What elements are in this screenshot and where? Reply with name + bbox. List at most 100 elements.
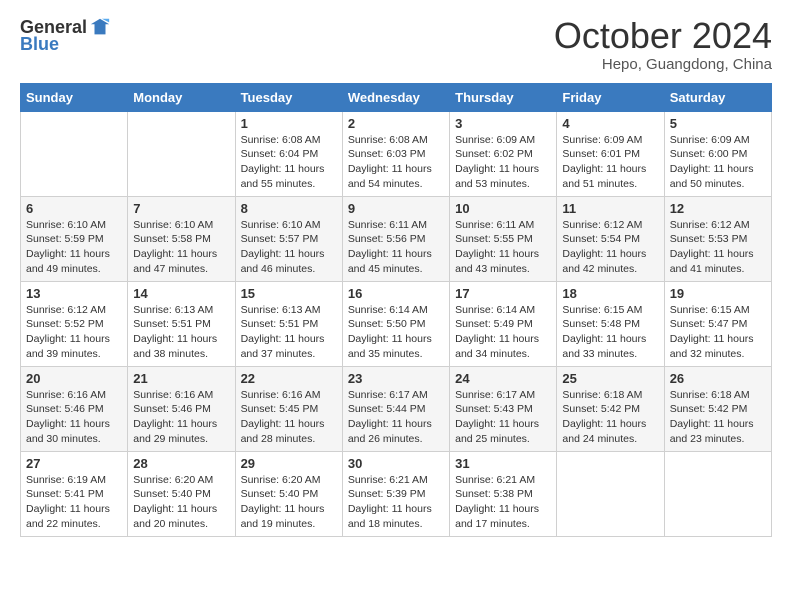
calendar-cell: 31 Sunrise: 6:21 AM Sunset: 5:38 PM Dayli… [450,451,557,536]
day-info: Sunrise: 6:09 AM Sunset: 6:01 PM Dayligh… [562,133,658,192]
day-info: Sunrise: 6:09 AM Sunset: 6:02 PM Dayligh… [455,133,551,192]
calendar-cell: 23Sunrise: 6:17 AM Sunset: 5:44 PM Dayli… [342,366,449,451]
day-info: Sunrise: 6:13 AM Sunset: 5:51 PM Dayligh… [241,303,337,362]
day-number: 4 [562,116,658,131]
calendar-cell: 28 Sunrise: 6:20 AM Sunset: 5:40 PM Dayli… [128,451,235,536]
header-sunday: Sunday [21,83,128,111]
day-info: Sunrise: 6:17 AM Sunset: 5:43 PM Dayligh… [455,388,551,447]
day-number: 1 [241,116,337,131]
calendar-cell: 18 Sunrise: 6:15 AM Sunset: 5:48 PM Dayli… [557,281,664,366]
calendar-cell: 21 Sunrise: 6:16 AM Sunset: 5:46 PM Dayli… [128,366,235,451]
calendar-cell [128,111,235,196]
calendar-week-row: 13Sunrise: 6:12 AM Sunset: 5:52 PM Dayli… [21,281,772,366]
day-info: Sunrise: 6:14 AM Sunset: 5:50 PM Dayligh… [348,303,444,362]
calendar-cell: 30Sunrise: 6:21 AM Sunset: 5:39 PM Dayli… [342,451,449,536]
day-info: Sunrise: 6:09 AM Sunset: 6:00 PM Dayligh… [670,133,766,192]
day-number: 14 [133,286,229,301]
day-info: Sunrise: 6:16 AM Sunset: 5:46 PM Dayligh… [26,388,122,447]
day-number: 17 [455,286,551,301]
calendar-cell [664,451,771,536]
calendar-cell: 15 Sunrise: 6:13 AM Sunset: 5:51 PM Dayli… [235,281,342,366]
header-saturday: Saturday [664,83,771,111]
day-info: Sunrise: 6:15 AM Sunset: 5:48 PM Dayligh… [562,303,658,362]
calendar-cell: 11 Sunrise: 6:12 AM Sunset: 5:54 PM Dayli… [557,196,664,281]
day-info: Sunrise: 6:17 AM Sunset: 5:44 PM Dayligh… [348,388,444,447]
day-number: 11 [562,201,658,216]
day-info: Sunrise: 6:18 AM Sunset: 5:42 PM Dayligh… [562,388,658,447]
calendar-cell: 12Sunrise: 6:12 AM Sunset: 5:53 PM Dayli… [664,196,771,281]
calendar-cell: 7 Sunrise: 6:10 AM Sunset: 5:58 PM Daylig… [128,196,235,281]
day-number: 9 [348,201,444,216]
day-number: 8 [241,201,337,216]
day-info: Sunrise: 6:12 AM Sunset: 5:54 PM Dayligh… [562,218,658,277]
day-info: Sunrise: 6:16 AM Sunset: 5:45 PM Dayligh… [241,388,337,447]
day-number: 21 [133,371,229,386]
calendar-cell [557,451,664,536]
day-info: Sunrise: 6:21 AM Sunset: 5:39 PM Dayligh… [348,473,444,532]
day-number: 25 [562,371,658,386]
day-number: 19 [670,286,766,301]
day-number: 7 [133,201,229,216]
day-info: Sunrise: 6:08 AM Sunset: 6:04 PM Dayligh… [241,133,337,192]
day-number: 5 [670,116,766,131]
day-number: 27 [26,456,122,471]
calendar-cell: 24 Sunrise: 6:17 AM Sunset: 5:43 PM Dayli… [450,366,557,451]
day-info: Sunrise: 6:18 AM Sunset: 5:42 PM Dayligh… [670,388,766,447]
calendar-cell: 19Sunrise: 6:15 AM Sunset: 5:47 PM Dayli… [664,281,771,366]
logo-icon [89,16,111,38]
header-monday: Monday [128,83,235,111]
calendar-week-row: 20 Sunrise: 6:16 AM Sunset: 5:46 PM Dayli… [21,366,772,451]
calendar-cell: 26Sunrise: 6:18 AM Sunset: 5:42 PM Dayli… [664,366,771,451]
logo: General Blue [20,16,111,55]
day-info: Sunrise: 6:19 AM Sunset: 5:41 PM Dayligh… [26,473,122,532]
day-number: 22 [241,371,337,386]
header-friday: Friday [557,83,664,111]
calendar-cell: 10 Sunrise: 6:11 AM Sunset: 5:55 PM Dayli… [450,196,557,281]
day-number: 2 [348,116,444,131]
calendar-cell: 25 Sunrise: 6:18 AM Sunset: 5:42 PM Dayli… [557,366,664,451]
calendar-cell: 8Sunrise: 6:10 AM Sunset: 5:57 PM Daylig… [235,196,342,281]
day-info: Sunrise: 6:16 AM Sunset: 5:46 PM Dayligh… [133,388,229,447]
day-number: 3 [455,116,551,131]
calendar-cell: 9 Sunrise: 6:11 AM Sunset: 5:56 PM Daylig… [342,196,449,281]
day-info: Sunrise: 6:10 AM Sunset: 5:58 PM Dayligh… [133,218,229,277]
day-number: 10 [455,201,551,216]
logo-blue-text: Blue [20,34,59,55]
day-number: 28 [133,456,229,471]
calendar-cell: 4 Sunrise: 6:09 AM Sunset: 6:01 PM Daylig… [557,111,664,196]
calendar-cell: 13Sunrise: 6:12 AM Sunset: 5:52 PM Dayli… [21,281,128,366]
header-thursday: Thursday [450,83,557,111]
calendar-cell: 5 Sunrise: 6:09 AM Sunset: 6:00 PM Daylig… [664,111,771,196]
day-info: Sunrise: 6:14 AM Sunset: 5:49 PM Dayligh… [455,303,551,362]
calendar-cell: 14Sunrise: 6:13 AM Sunset: 5:51 PM Dayli… [128,281,235,366]
day-info: Sunrise: 6:08 AM Sunset: 6:03 PM Dayligh… [348,133,444,192]
day-number: 13 [26,286,122,301]
day-number: 6 [26,201,122,216]
day-info: Sunrise: 6:11 AM Sunset: 5:56 PM Dayligh… [348,218,444,277]
day-number: 20 [26,371,122,386]
calendar-cell: 2 Sunrise: 6:08 AM Sunset: 6:03 PM Daylig… [342,111,449,196]
calendar-cell: 16Sunrise: 6:14 AM Sunset: 5:50 PM Dayli… [342,281,449,366]
page-header: General Blue October 2024 Hepo, Guangdon… [20,16,772,73]
day-number: 24 [455,371,551,386]
day-number: 12 [670,201,766,216]
calendar-cell: 27 Sunrise: 6:19 AM Sunset: 5:41 PM Dayli… [21,451,128,536]
day-info: Sunrise: 6:20 AM Sunset: 5:40 PM Dayligh… [133,473,229,532]
calendar-cell: 1 Sunrise: 6:08 AM Sunset: 6:04 PM Daylig… [235,111,342,196]
calendar-week-row: 27 Sunrise: 6:19 AM Sunset: 5:41 PM Dayli… [21,451,772,536]
calendar-week-row: 1 Sunrise: 6:08 AM Sunset: 6:04 PM Daylig… [21,111,772,196]
day-number: 29 [241,456,337,471]
subtitle: Hepo, Guangdong, China [554,56,772,73]
calendar-table: SundayMondayTuesdayWednesdayThursdayFrid… [20,83,772,537]
day-info: Sunrise: 6:11 AM Sunset: 5:55 PM Dayligh… [455,218,551,277]
calendar-cell: 20 Sunrise: 6:16 AM Sunset: 5:46 PM Dayli… [21,366,128,451]
day-info: Sunrise: 6:21 AM Sunset: 5:38 PM Dayligh… [455,473,551,532]
calendar-cell [21,111,128,196]
calendar-cell: 3 Sunrise: 6:09 AM Sunset: 6:02 PM Daylig… [450,111,557,196]
calendar-cell: 6Sunrise: 6:10 AM Sunset: 5:59 PM Daylig… [21,196,128,281]
day-number: 15 [241,286,337,301]
calendar-cell: 17 Sunrise: 6:14 AM Sunset: 5:49 PM Dayli… [450,281,557,366]
day-number: 18 [562,286,658,301]
day-number: 31 [455,456,551,471]
calendar-week-row: 6Sunrise: 6:10 AM Sunset: 5:59 PM Daylig… [21,196,772,281]
